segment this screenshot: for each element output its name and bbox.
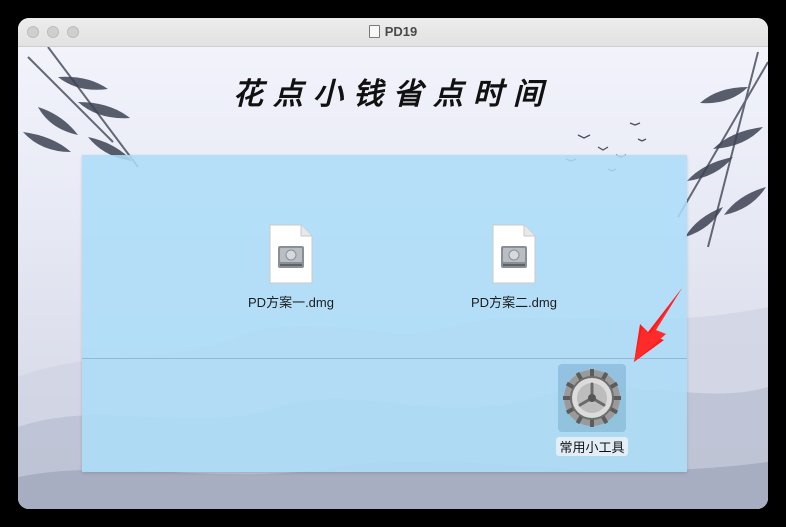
window-title-group: PD19 [18, 24, 768, 39]
banner-heading: 花点小钱省点时间 [233, 77, 553, 112]
window-title: PD19 [384, 24, 418, 39]
file-item-pd-plan-1[interactable]: PD方案一.dmg [211, 224, 371, 311]
dmg-background: 花点小钱省点时间 PD方案一.dmg PD方案二.dmg 常用小工具 [18, 47, 768, 509]
file-label: PD方案一.dmg [248, 295, 334, 310]
system-preferences-gear-icon [563, 369, 621, 427]
files-panel: PD方案一.dmg PD方案二.dmg 常用小工具 [82, 155, 687, 472]
disk-icon [368, 25, 380, 38]
red-arrow-icon [634, 288, 682, 362]
disk-image-icon [269, 224, 313, 284]
file-item-pd-plan-2[interactable]: PD方案二.dmg [434, 224, 594, 311]
tool-label: 常用小工具 [556, 437, 628, 456]
file-label: PD方案二.dmg [471, 295, 557, 310]
disk-image-icon [492, 224, 536, 284]
panel-divider [82, 358, 687, 359]
installer-window: PD19 花点小钱省点时间 PD方案一.dmg PD方案二.dmg 常用小工具 [18, 18, 768, 509]
tool-item-common-tools[interactable]: 常用小工具 [552, 364, 632, 457]
title-bar[interactable]: PD19 [18, 18, 768, 47]
tool-icon-tile [558, 364, 626, 432]
